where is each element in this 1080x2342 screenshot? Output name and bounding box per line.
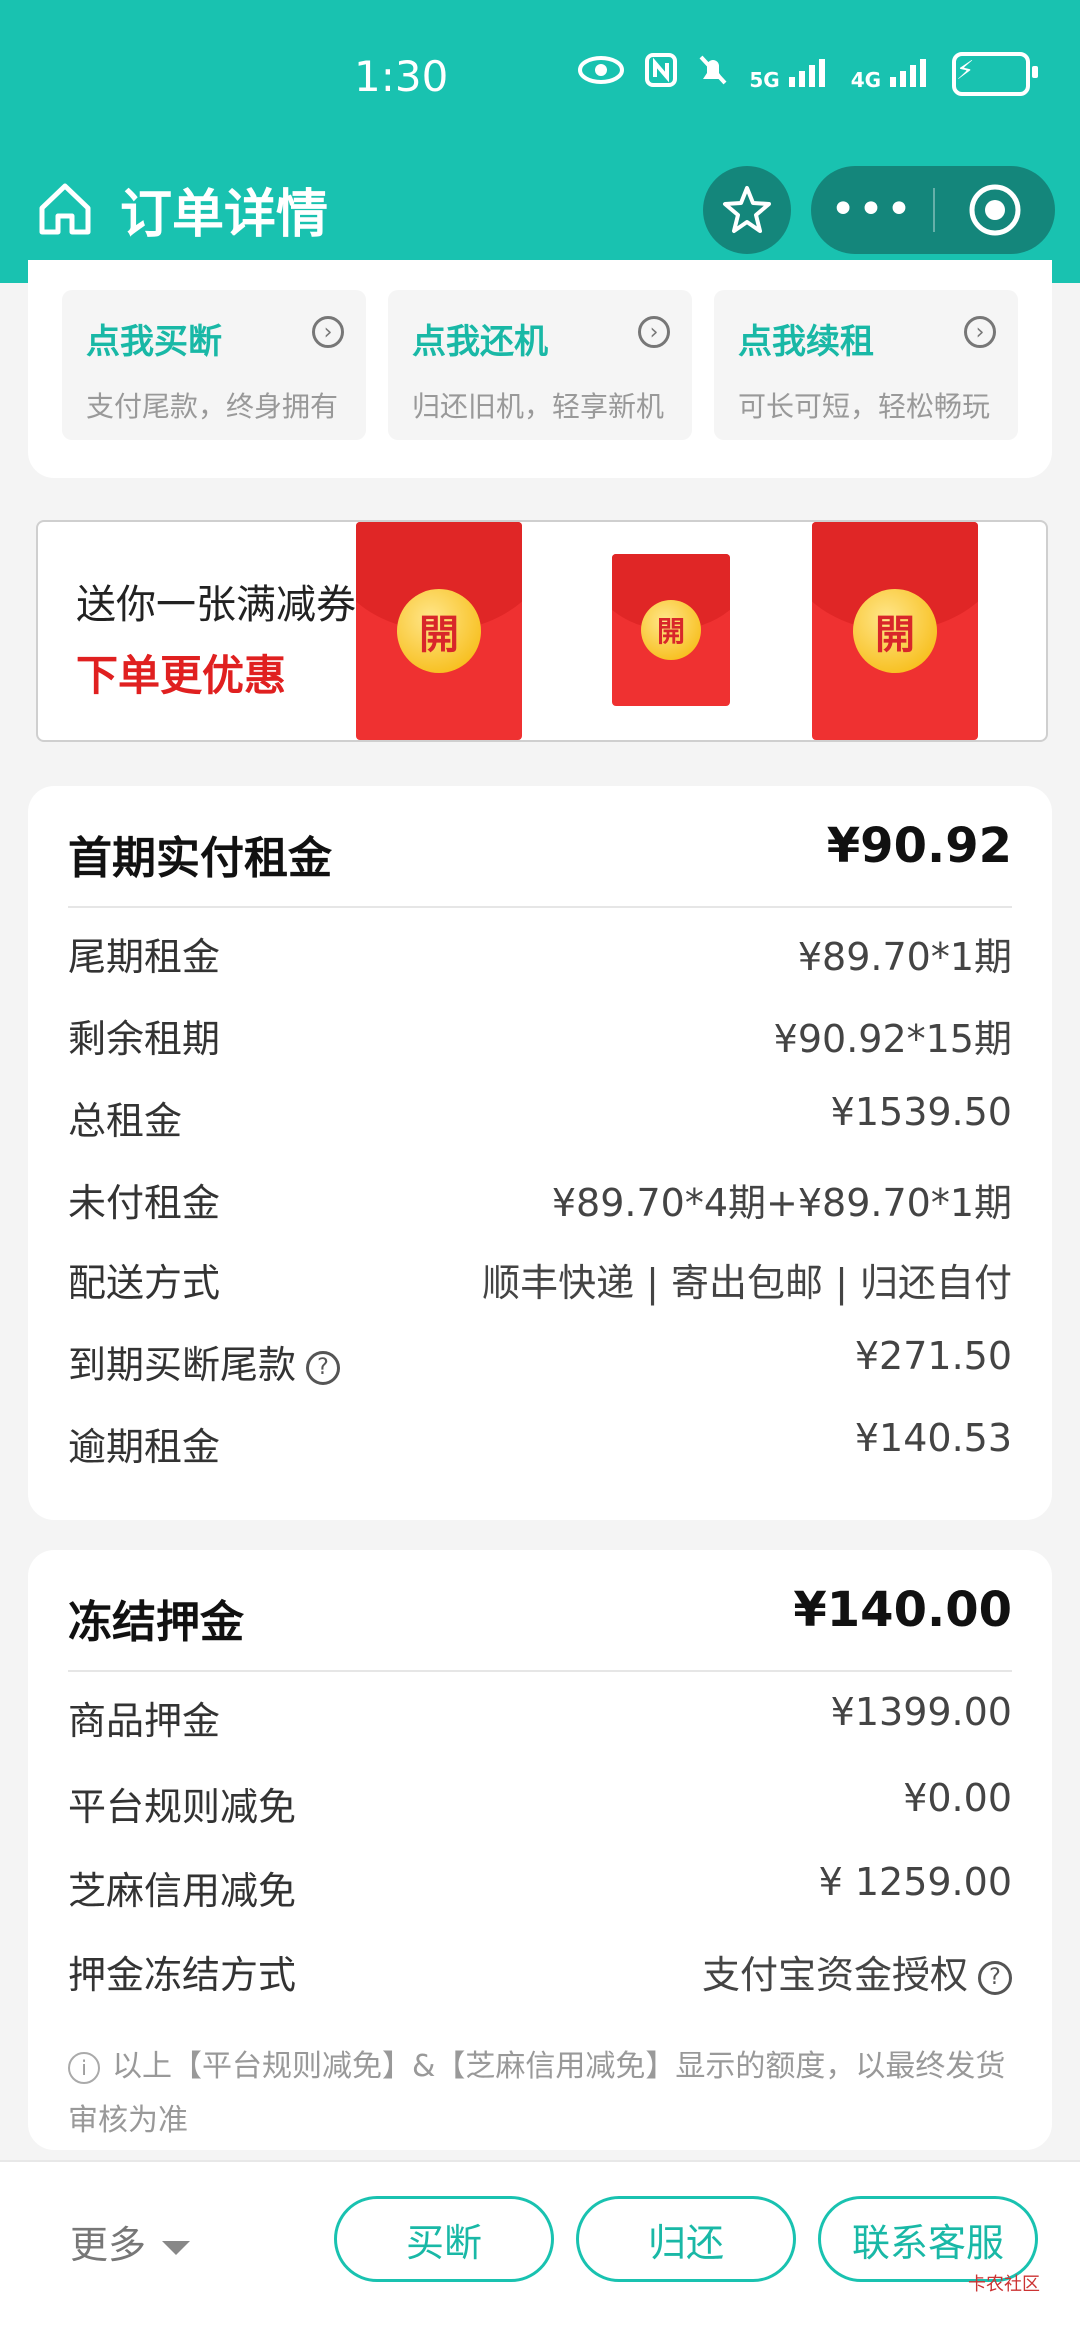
rent-details-card: 首期实付租金 ¥90.92 尾期租金 ¥89.70*1期 剩余租期 ¥90.92… <box>28 786 1052 1520</box>
more-dropdown[interactable]: 更多 <box>70 2214 191 2269</box>
return-button[interactable]: 归还 <box>576 2196 796 2282</box>
help-icon[interactable]: ? <box>306 1350 341 1385</box>
row-value: ¥140.53 <box>854 1416 1012 1460</box>
divider <box>68 1670 1012 1672</box>
deposit-row: 商品押金 ¥1399.00 <box>68 1690 1012 1743</box>
row-value: 顺丰快递 | 寄出包邮 | 归还自付 <box>482 1261 1012 1305</box>
net-label-4g: 4G <box>850 67 882 92</box>
divider <box>68 906 1012 908</box>
deposit-row: 芝麻信用减免 ¥ 1259.00 <box>68 1860 1012 1913</box>
red-envelope-icon: 開 <box>812 522 978 740</box>
row-value: ¥90.92*15期 <box>773 1017 1012 1061</box>
rent-amount: ¥90.92 <box>826 818 1012 874</box>
action-buyout[interactable]: 点我买断 › 支付尾款，终身拥有 <box>62 290 366 440</box>
deposit-row: 押金冻结方式 支付宝资金授权? <box>68 1944 1012 1997</box>
caret-down-icon <box>162 2240 191 2255</box>
more-menu-button[interactable]: ••• <box>811 180 933 240</box>
favorite-button[interactable] <box>703 166 791 254</box>
chevron-right-icon: › <box>964 316 996 348</box>
rent-row: 尾期租金 ¥89.70*1期 <box>68 926 1012 979</box>
row-label: 未付租金 <box>68 1181 221 1225</box>
watermark-logo: 卡农社区 <box>968 2274 1040 2295</box>
quick-actions-card: 点我买断 › 支付尾款，终身拥有 点我还机 › 归还旧机，轻享新机 点我续租 ›… <box>28 260 1052 478</box>
row-label: 总租金 <box>68 1099 183 1143</box>
rent-row: 逾期租金 ¥140.53 <box>68 1416 1012 1469</box>
row-label: 尾期租金 <box>68 935 221 979</box>
envelope-seal: 開 <box>641 600 701 660</box>
action-subtitle: 可长可短，轻松畅玩 <box>738 390 991 423</box>
banner-line1: 送你一张满减券 <box>76 582 356 628</box>
rent-row: 到期买断尾款? ¥271.50 <box>68 1334 1012 1387</box>
net-label-5g: 5G <box>749 67 780 92</box>
envelope-seal: 開 <box>397 589 481 673</box>
action-subtitle: 支付尾款，终身拥有 <box>86 390 339 423</box>
action-title: 点我还机 <box>412 322 548 362</box>
buyout-button[interactable]: 买断 <box>334 2196 554 2282</box>
close-miniprogram-button[interactable] <box>935 182 1055 238</box>
rent-row: 总租金 ¥1539.50 <box>68 1090 1012 1143</box>
row-value: ¥1399.00 <box>830 1690 1012 1734</box>
signal-5g-icon: 5G <box>749 57 830 92</box>
deposit-details-card: 冻结押金 ¥140.00 商品押金 ¥1399.00 平台规则减免 ¥0.00 … <box>28 1550 1052 2150</box>
chevron-right-icon: › <box>312 316 344 348</box>
row-label: 商品押金 <box>68 1699 221 1743</box>
action-title: 点我买断 <box>86 322 222 362</box>
row-label: 芝麻信用减免 <box>68 1869 297 1913</box>
rent-row: 未付租金 ¥89.70*4期+¥89.70*1期 <box>68 1172 1012 1225</box>
red-envelope-icon: 開 <box>612 554 730 706</box>
signal-4g-icon: 4G <box>851 57 932 92</box>
action-return[interactable]: 点我还机 › 归还旧机，轻享新机 <box>388 290 692 440</box>
row-label: 配送方式 <box>68 1261 221 1305</box>
rent-row: 剩余租期 ¥90.92*15期 <box>68 1008 1012 1061</box>
deposit-row: 平台规则减免 ¥0.00 <box>68 1776 1012 1829</box>
battery-charging-icon: ⚡ <box>952 52 1038 96</box>
more-label: 更多 <box>70 2223 147 2267</box>
row-value: ¥0.00 <box>903 1776 1012 1820</box>
rent-title: 首期实付租金 <box>68 833 332 884</box>
row-value: 支付宝资金授权 <box>701 1953 968 1997</box>
eye-icon <box>577 55 625 93</box>
page-title: 订单详情 <box>120 185 329 245</box>
row-value: ¥89.70*1期 <box>797 935 1012 979</box>
row-label: 押金冻结方式 <box>68 1953 297 1997</box>
status-icons: 5G 4G ⚡ <box>577 52 1038 96</box>
row-value-with-help[interactable]: 支付宝资金授权? <box>702 1944 1012 1999</box>
coupon-banner[interactable]: 送你一张满减券 下单更优惠 開 開 開 <box>36 520 1048 742</box>
action-renew[interactable]: 点我续租 › 可长可短，轻松畅玩 <box>714 290 1018 440</box>
row-value: ¥89.70*4期+¥89.70*1期 <box>551 1181 1012 1225</box>
row-label: 剩余租期 <box>68 1017 221 1061</box>
action-title: 点我续租 <box>738 322 874 362</box>
target-icon <box>969 184 1021 236</box>
bottom-action-bar: 更多 买断 归还 联系客服 卡农社区 <box>0 2160 1080 2342</box>
note-text: 以上【平台规则减免】&【芝麻信用减免】显示的额度，以最终发货审核为准 <box>68 2049 1006 2138</box>
deposit-note: i 以上【平台规则减免】&【芝麻信用减免】显示的额度，以最终发货审核为准 <box>68 2040 1012 2148</box>
row-label: 到期买断尾款 <box>68 1343 297 1387</box>
nfc-icon <box>645 53 678 95</box>
top-bar: 1:30 5G 4G ⚡ 订单详情 ••• <box>0 0 1080 283</box>
row-value: ¥271.50 <box>854 1334 1012 1378</box>
status-time: 1:30 <box>354 52 449 101</box>
deposit-title: 冻结押金 <box>68 1597 244 1648</box>
row-label: 平台规则减免 <box>68 1785 297 1829</box>
mini-program-capsule: ••• <box>811 166 1055 254</box>
rent-row: 配送方式 顺丰快递 | 寄出包邮 | 归还自付 <box>68 1252 1012 1305</box>
row-label: 逾期租金 <box>68 1425 221 1469</box>
star-icon <box>723 186 771 233</box>
help-icon[interactable]: ? <box>978 1960 1012 1995</box>
row-label-with-help[interactable]: 到期买断尾款? <box>68 1334 341 1389</box>
info-icon: i <box>68 2051 100 2084</box>
home-icon[interactable] <box>36 180 94 238</box>
row-value: ¥ 1259.00 <box>818 1860 1012 1904</box>
banner-line2: 下单更优惠 <box>76 651 287 700</box>
action-subtitle: 归还旧机，轻享新机 <box>412 390 665 423</box>
mute-bell-icon <box>697 53 729 95</box>
chevron-right-icon: › <box>638 316 670 348</box>
row-value: ¥1539.50 <box>830 1090 1012 1134</box>
envelope-seal: 開 <box>853 589 937 673</box>
deposit-amount: ¥140.00 <box>793 1582 1012 1638</box>
red-envelope-icon: 開 <box>356 522 522 740</box>
